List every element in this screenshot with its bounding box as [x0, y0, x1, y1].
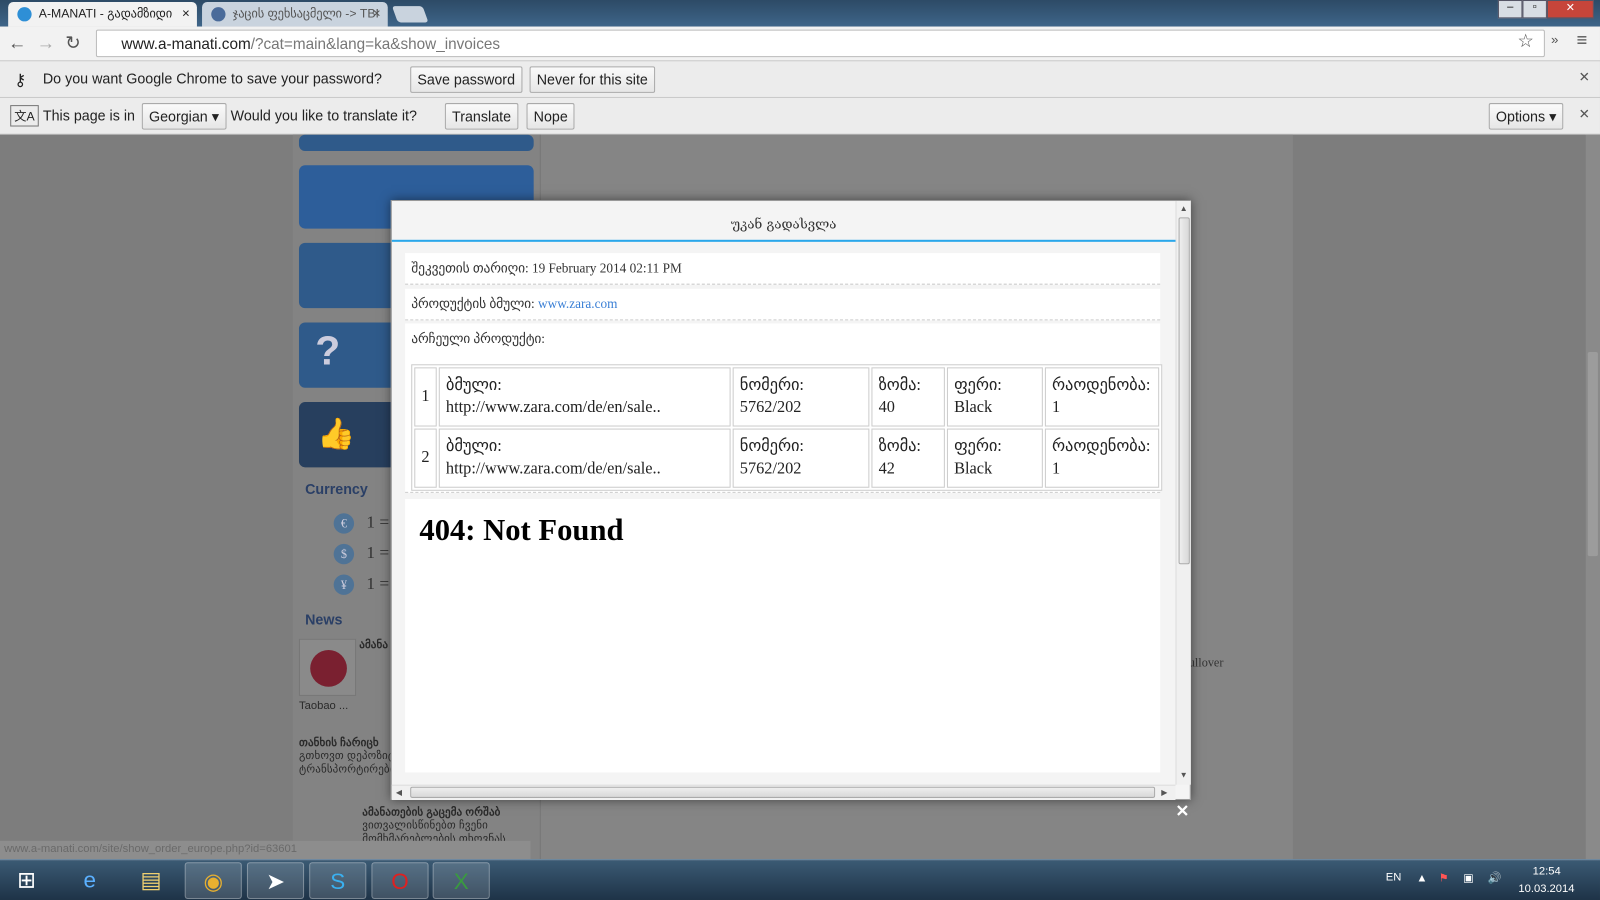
item-link[interactable]: http://www.zara.com/de/en/sale..: [446, 460, 661, 477]
new-tab-button[interactable]: [391, 6, 429, 23]
scroll-right-icon[interactable]: ▶: [1161, 788, 1167, 797]
translate-bar: 文A This page is in Georgian ▾ Would you …: [0, 97, 1600, 135]
address-bar[interactable]: www.a-manati.com/?cat=main&lang=ka&show_…: [95, 29, 1545, 58]
close-icon[interactable]: ✕: [1579, 69, 1590, 85]
ie-icon[interactable]: e: [61, 862, 118, 899]
tab-strip: A-MANATI - გადამზიდი × ჯაცის ფეხსაცმელი -…: [0, 0, 1600, 27]
scroll-left-icon[interactable]: ◀: [396, 788, 402, 797]
currency-dollar: $1 =: [333, 543, 389, 565]
site-favicon-icon: [17, 7, 32, 22]
options-button[interactable]: Options ▾: [1488, 103, 1564, 130]
opera-icon[interactable]: O: [371, 862, 429, 899]
scroll-up-icon[interactable]: ▲: [1180, 204, 1188, 213]
skype-icon[interactable]: S: [309, 862, 367, 899]
close-tab-icon[interactable]: ×: [182, 5, 190, 20]
close-window-button[interactable]: ✕: [1546, 0, 1594, 19]
reload-icon[interactable]: ↻: [65, 33, 80, 54]
show-hidden-icons[interactable]: ▲: [1416, 872, 1427, 884]
invoice-modal: უკან გადასვლა შეკვეთის თარიღი: 19 Februa…: [390, 199, 1191, 800]
explorer-icon[interactable]: ▤: [122, 862, 179, 899]
products-table: 1 ბმული: http://www.zara.com/de/en/sale..…: [411, 364, 1163, 491]
nope-button[interactable]: Nope: [526, 103, 575, 130]
currency-yen: ¥1 =: [333, 573, 389, 595]
app-icon[interactable]: ➤: [246, 862, 305, 899]
order-date-row: შეკვეთის თარიღი: 19 February 2014 02:11 …: [405, 253, 1161, 285]
close-tab-icon[interactable]: ×: [373, 5, 381, 20]
menu-icon[interactable]: ≡: [1577, 30, 1588, 51]
table-row: 1 ბმული: http://www.zara.com/de/en/sale..…: [414, 367, 1160, 427]
modal-vertical-thumb[interactable]: [1178, 217, 1190, 565]
product-link-row: პროდუქტის ბმული: www.zara.com: [405, 288, 1161, 321]
item-link[interactable]: http://www.zara.com/de/en/sale..: [446, 399, 661, 416]
forward-icon[interactable]: →: [37, 33, 55, 54]
taskbar: ⊞ e ▤ ◉ ➤ S O X EN ▲ ⚑ ▣ 🔊 12:54 10.03.2…: [0, 859, 1600, 900]
browser-toolbar: ← → ↻ www.a-manati.com/?cat=main&lang=ka…: [0, 26, 1600, 62]
table-row: 2 ბმული: http://www.zara.com/de/en/sale..…: [414, 428, 1160, 488]
bookmark-star-icon[interactable]: ☆: [1517, 31, 1533, 52]
modal-horizontal-thumb[interactable]: [410, 786, 1156, 798]
scroll-down-icon[interactable]: ▼: [1180, 770, 1188, 779]
save-password-button[interactable]: Save password: [410, 66, 523, 93]
page-scrollbar-thumb[interactable]: [1587, 352, 1598, 557]
site-favicon-icon: [211, 7, 226, 22]
never-for-site-button[interactable]: Never for this site: [529, 66, 656, 93]
save-password-bar: ⚷ Do you want Google Chrome to save your…: [0, 61, 1600, 98]
error-heading: 404: Not Found: [419, 513, 624, 547]
minimize-button[interactable]: –: [1497, 0, 1523, 19]
network-icon[interactable]: ▣: [1463, 871, 1474, 884]
back-link[interactable]: უკან გადასვლა: [391, 201, 1176, 242]
tab-a-manati[interactable]: A-MANATI - გადამზიდი ×: [8, 2, 197, 27]
start-button[interactable]: ⊞: [0, 862, 53, 899]
sidebar-banner[interactable]: [298, 134, 534, 152]
translate-button[interactable]: Translate: [444, 103, 519, 130]
close-icon[interactable]: ✕: [1579, 106, 1590, 122]
currency-euro: €1 =: [333, 512, 389, 534]
modal-close-icon[interactable]: ✕: [1176, 801, 1190, 821]
volume-icon[interactable]: 🔊: [1488, 871, 1502, 884]
translate-icon: 文A: [10, 105, 39, 127]
action-center-icon[interactable]: ⚑: [1439, 871, 1449, 884]
extensions-chevron-icon[interactable]: »: [1551, 32, 1558, 47]
product-link[interactable]: www.zara.com: [538, 296, 617, 311]
key-icon: ⚷: [14, 72, 27, 90]
status-bubble: www.a-manati.com/site/show_order_europe.…: [0, 840, 531, 860]
language-select[interactable]: Georgian ▾: [141, 103, 227, 130]
question-icon: ?: [315, 328, 341, 374]
thumbs-up-icon: 👍: [317, 417, 356, 452]
maximize-button[interactable]: ▫: [1522, 0, 1547, 19]
news-thumbnail: [298, 638, 357, 696]
back-icon[interactable]: ←: [8, 33, 26, 54]
chrome-icon[interactable]: ◉: [184, 862, 242, 899]
tab-shoes[interactable]: ჯაცის ფეხსაცმელი -> TBI ×: [202, 2, 388, 27]
error-frame: 404: Not Found: [405, 498, 1161, 773]
excel-icon[interactable]: X: [432, 862, 490, 899]
